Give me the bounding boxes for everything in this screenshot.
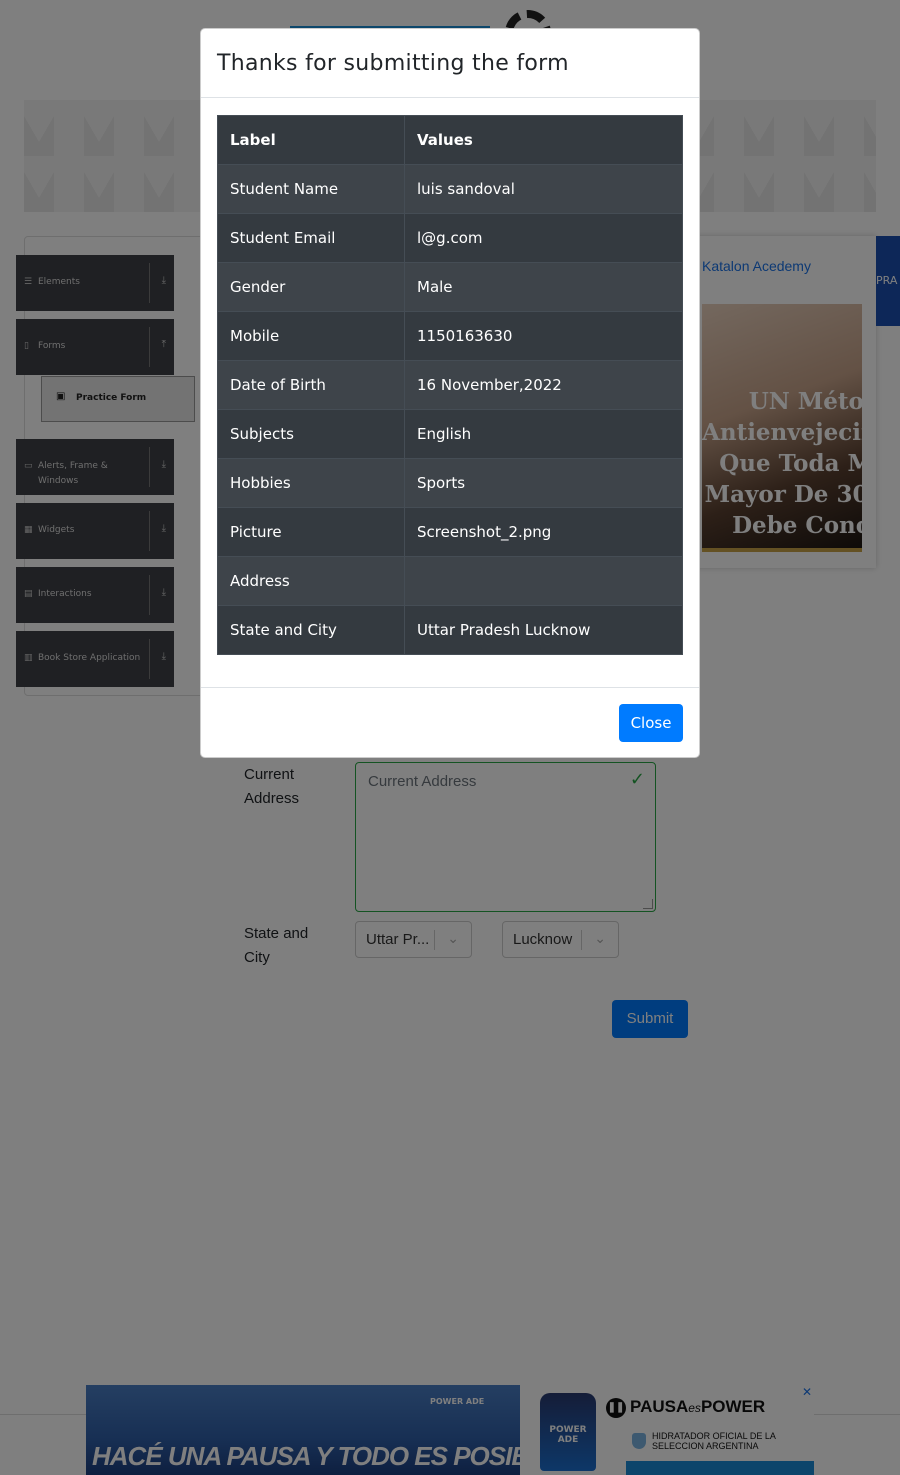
row-label: Subjects xyxy=(217,409,405,459)
header-values: Values xyxy=(404,115,683,165)
row-label: Address xyxy=(217,556,405,606)
row-label: Gender xyxy=(217,262,405,312)
table-header-row: Label Values xyxy=(217,115,683,165)
header-label: Label xyxy=(217,115,405,165)
row-value: Screenshot_2.png xyxy=(404,507,683,557)
row-label: Student Email xyxy=(217,213,405,263)
row-label: Date of Birth xyxy=(217,360,405,410)
table-row: State and City Uttar Pradesh Lucknow xyxy=(217,605,683,655)
close-button[interactable]: Close xyxy=(619,704,683,742)
results-table: Label Values Student Name luis sandoval S… xyxy=(217,115,683,655)
modal-footer-divider xyxy=(201,687,699,688)
submission-modal: Thanks for submitting the form Label Val… xyxy=(200,28,700,758)
table-row: Student Name luis sandoval xyxy=(217,164,683,214)
table-row: Date of Birth 16 November,2022 xyxy=(217,360,683,410)
row-value: Uttar Pradesh Lucknow xyxy=(404,605,683,655)
row-value: Male xyxy=(404,262,683,312)
table-row: Address xyxy=(217,556,683,606)
row-value: 16 November,2022 xyxy=(404,360,683,410)
row-value: 1150163630 xyxy=(404,311,683,361)
row-label: Hobbies xyxy=(217,458,405,508)
modal-title: Thanks for submitting the form xyxy=(217,51,569,76)
table-row: Gender Male xyxy=(217,262,683,312)
row-value xyxy=(404,556,683,606)
row-label: Picture xyxy=(217,507,405,557)
row-label: State and City xyxy=(217,605,405,655)
table-row: Student Email l@g.com xyxy=(217,213,683,263)
row-label: Mobile xyxy=(217,311,405,361)
table-row: Subjects English xyxy=(217,409,683,459)
modal-header: Thanks for submitting the form xyxy=(201,29,699,98)
row-label: Student Name xyxy=(217,164,405,214)
row-value: Sports xyxy=(404,458,683,508)
row-value: English xyxy=(404,409,683,459)
table-row: Mobile 1150163630 xyxy=(217,311,683,361)
table-row: Picture Screenshot_2.png xyxy=(217,507,683,557)
row-value: l@g.com xyxy=(404,213,683,263)
table-row: Hobbies Sports xyxy=(217,458,683,508)
row-value: luis sandoval xyxy=(404,164,683,214)
